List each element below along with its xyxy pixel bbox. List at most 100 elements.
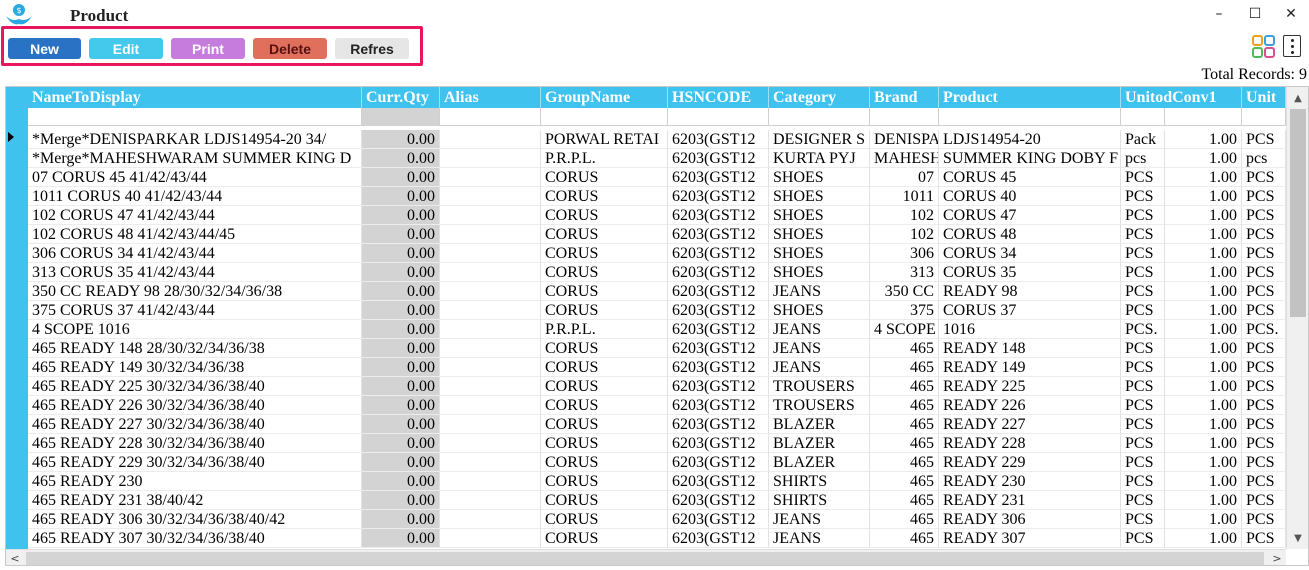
filter-input-unit-conv1[interactable]	[1165, 108, 1242, 126]
table-row[interactable]: 465 READY 226 30/32/34/36/38/40 0.00 CORUS…	[28, 396, 1286, 415]
cell-unit2: PCS	[1242, 415, 1286, 434]
close-button[interactable]: ✕	[1273, 0, 1309, 28]
table-row[interactable]: 306 CORUS 34 41/42/43/44 0.00 CORUS 6203(GS…	[28, 244, 1286, 263]
cell-alias	[440, 301, 541, 320]
refresh-button[interactable]: Refres	[335, 38, 409, 59]
cell-curr-qty: 0.00	[362, 282, 440, 301]
cell-brand: MAHESH	[870, 149, 939, 168]
cell-name: 465 READY 148 28/30/32/34/36/38	[28, 339, 362, 358]
cell-alias	[440, 510, 541, 529]
minimize-button[interactable]: –	[1201, 0, 1237, 28]
cell-category: JEANS	[769, 358, 870, 377]
new-button[interactable]: New	[8, 38, 81, 59]
cell-alias	[440, 149, 541, 168]
cell-group-name: CORUS	[541, 168, 668, 187]
cell-curr-qty: 0.00	[362, 225, 440, 244]
cell-product: CORUS 48	[939, 225, 1121, 244]
table-row[interactable]: 465 READY 148 28/30/32/34/36/38 0.00 CORUS…	[28, 339, 1286, 358]
svg-text:$: $	[16, 6, 21, 15]
cell-brand: 102	[870, 206, 939, 225]
delete-button[interactable]: Delete	[253, 38, 327, 59]
table-row[interactable]: 350 CC READY 98 28/30/32/34/36/38 0.00 COR…	[28, 282, 1286, 301]
table-row[interactable]: 465 READY 231 38/40/42 0.00 CORUS 6203(GST1…	[28, 491, 1286, 510]
current-row-indicator-icon	[8, 132, 14, 142]
table-row[interactable]: *Merge*MAHESHWARAM SUMMER KING D 0.00 P.R.…	[28, 149, 1286, 168]
total-records-label: Total Records: 9	[1201, 66, 1307, 83]
table-row[interactable]: 465 READY 307 30/32/34/36/38/40 0.00 CORUS…	[28, 529, 1286, 548]
table-row[interactable]: *Merge*DENISPARKAR LDJS14954-20 34/0.00 P…	[28, 130, 1286, 149]
filter-input-brand[interactable]	[870, 108, 939, 126]
table-row[interactable]: 102 CORUS 48 41/42/43/44/45 0.00 CORUS 6203…	[28, 225, 1286, 244]
table-row[interactable]: 102 CORUS 47 41/42/43/44 0.00 CORUS 6203(GS…	[28, 206, 1286, 225]
column-header-hsncode[interactable]: HSNCODE	[668, 87, 769, 108]
column-header-group-name[interactable]: GroupName	[541, 87, 668, 108]
horizontal-scroll-thumb[interactable]	[26, 552, 1264, 565]
cell-curr-qty: 0.00	[362, 320, 440, 339]
table-row[interactable]: 465 READY 306 30/32/34/36/38/40/42 0.00 CO…	[28, 510, 1286, 529]
filter-input-category[interactable]	[769, 108, 870, 126]
cell-unit-conv1: 1.00	[1165, 225, 1242, 244]
cell-unit2: PCS	[1242, 244, 1286, 263]
cell-hsncode: 6203(GST12	[668, 320, 769, 339]
cell-product: 1016	[939, 320, 1121, 339]
table-row[interactable]: 465 READY 229 30/32/34/36/38/40 0.00 CORUS…	[28, 453, 1286, 472]
cell-hsncode: 6203(GST12	[668, 282, 769, 301]
table-row[interactable]: 4 SCOPE 1016 0.00 P.R.P.L. 6203(GST12 JEANS 4…	[28, 320, 1286, 339]
cell-unit-conv1: 1.00	[1165, 453, 1242, 472]
table-row[interactable]: 465 READY 230 0.00 CORUS 6203(GST12 SHIRTS 46…	[28, 472, 1286, 491]
filter-input-alias[interactable]	[440, 108, 541, 126]
cell-unit-conv1: 1.00	[1165, 149, 1242, 168]
vertical-scrollbar[interactable]: ▲ ▼	[1286, 87, 1308, 549]
column-header-alias[interactable]: Alias	[440, 87, 541, 108]
cell-unit2: PCS	[1242, 225, 1286, 244]
table-row[interactable]: 1011 CORUS 40 41/42/43/44 0.00 CORUS 6203(G…	[28, 187, 1286, 206]
more-options-icon[interactable]	[1283, 35, 1301, 57]
table-row[interactable]: 313 CORUS 35 41/42/43/44 0.00 CORUS 6203(GS…	[28, 263, 1286, 282]
column-header-curr-qty[interactable]: Curr.Qty	[362, 87, 440, 108]
table-row[interactable]: 465 READY 149 30/32/34/36/38 0.00 CORUS 620…	[28, 358, 1286, 377]
cell-group-name: CORUS	[541, 358, 668, 377]
table-row[interactable]: 465 READY 225 30/32/34/36/38/40 0.00 CORUS…	[28, 377, 1286, 396]
cell-category: JEANS	[769, 282, 870, 301]
scroll-right-icon[interactable]: >	[1268, 550, 1286, 565]
cell-group-name: CORUS	[541, 377, 668, 396]
column-header-name[interactable]: NameToDisplay	[28, 87, 362, 108]
column-header-unit-conv1[interactable]: UnitodConv1	[1121, 87, 1242, 108]
layout-grid-icon[interactable]	[1252, 35, 1276, 59]
filter-input-name[interactable]	[28, 108, 362, 126]
scroll-left-icon[interactable]: <	[6, 550, 24, 565]
cell-unit2: PCS	[1242, 187, 1286, 206]
column-header-brand[interactable]: Brand	[870, 87, 939, 108]
scroll-down-icon[interactable]: ▼	[1287, 529, 1308, 547]
filter-input-curr-qty[interactable]	[362, 108, 440, 126]
cell-hsncode: 6203(GST12	[668, 149, 769, 168]
cell-unit: PCS	[1121, 339, 1165, 358]
cell-name: 375 CORUS 37 41/42/43/44	[28, 301, 362, 320]
column-header-unit[interactable]: Unit	[1242, 87, 1286, 108]
filter-input-product[interactable]	[939, 108, 1121, 126]
cell-name: 350 CC READY 98 28/30/32/34/36/38	[28, 282, 362, 301]
edit-button[interactable]: Edit	[89, 38, 163, 59]
column-header-product[interactable]: Product	[939, 87, 1121, 108]
filter-input-unit[interactable]	[1121, 108, 1165, 126]
table-row[interactable]: 375 CORUS 37 41/42/43/44 0.00 CORUS 6203(GS…	[28, 301, 1286, 320]
cell-brand: 313	[870, 263, 939, 282]
cell-category: SHOES	[769, 187, 870, 206]
vertical-scroll-thumb[interactable]	[1290, 109, 1306, 317]
filter-input-hsncode[interactable]	[668, 108, 769, 126]
cell-unit-conv1: 1.00	[1165, 529, 1242, 548]
table-row[interactable]: 07 CORUS 45 41/42/43/44 0.00 CORUS 6203(GST…	[28, 168, 1286, 187]
table-row[interactable]: 465 READY 227 30/32/34/36/38/40 0.00 CORUS…	[28, 415, 1286, 434]
print-button[interactable]: Print	[171, 38, 245, 59]
cell-name: 102 CORUS 47 41/42/43/44	[28, 206, 362, 225]
column-header-category[interactable]: Category	[769, 87, 870, 108]
cell-category: BLAZER	[769, 453, 870, 472]
horizontal-scrollbar[interactable]: < >	[6, 549, 1286, 565]
cell-name: 465 READY 229 30/32/34/36/38/40	[28, 453, 362, 472]
filter-input-group-name[interactable]	[541, 108, 668, 126]
scroll-up-icon[interactable]: ▲	[1287, 89, 1308, 107]
cell-name: 07 CORUS 45 41/42/43/44	[28, 168, 362, 187]
table-row[interactable]: 465 READY 228 30/32/34/36/38/40 0.00 CORUS…	[28, 434, 1286, 453]
filter-input-unit2[interactable]	[1242, 108, 1286, 126]
maximize-button[interactable]: ☐	[1237, 0, 1273, 28]
